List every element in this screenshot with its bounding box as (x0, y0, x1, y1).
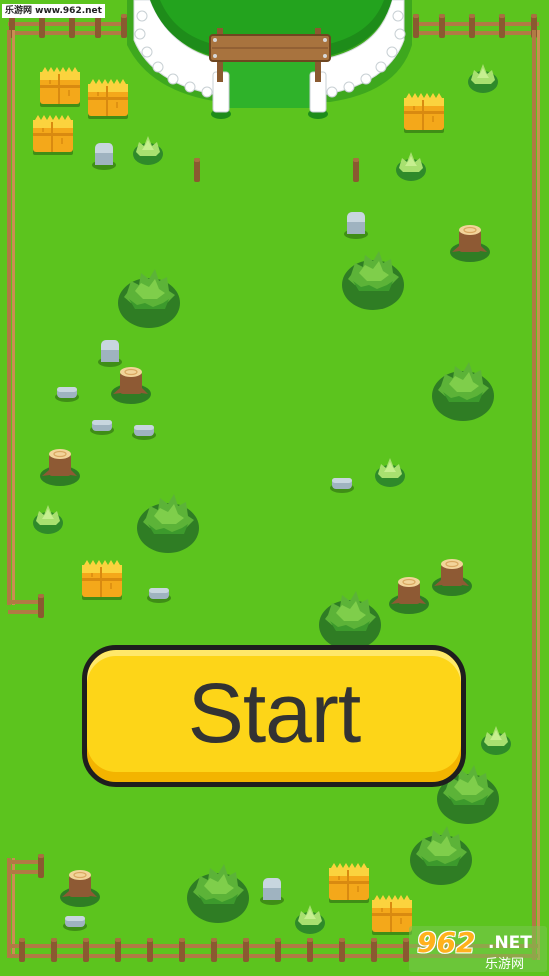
watermark-suffix: .NET (488, 933, 532, 953)
hay-bales (32, 66, 445, 936)
rocks (55, 143, 368, 931)
watermark-top-left: 乐游网 www.962.net (2, 4, 105, 18)
start-button-label: Start (187, 665, 361, 760)
watermark-number: 962 (417, 926, 476, 959)
start-button[interactable]: Start (82, 645, 466, 787)
game-scene (7, 0, 540, 962)
watermark-name: 乐游网 (485, 957, 525, 972)
watermark-bottom-right: 962 .NET 乐游网 (409, 926, 547, 972)
